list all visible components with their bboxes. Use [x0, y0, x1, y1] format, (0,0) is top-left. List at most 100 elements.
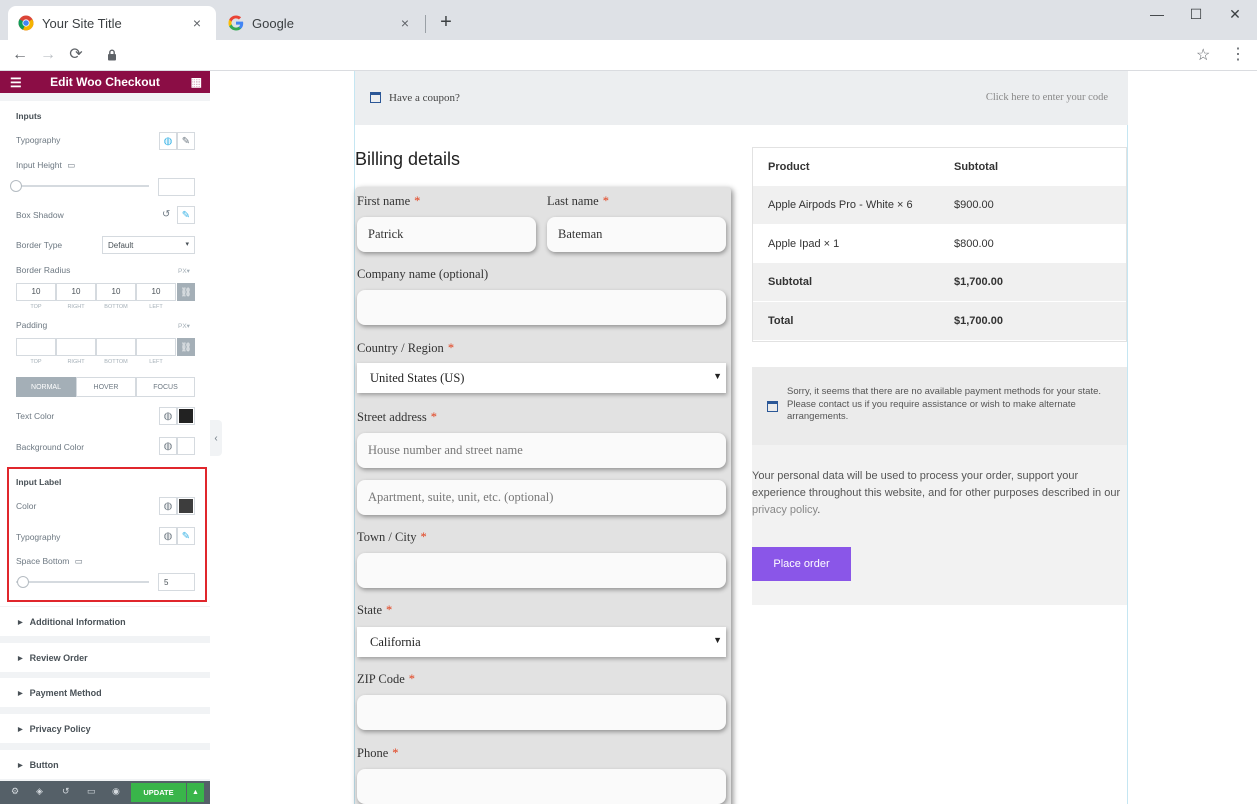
billing-form: First name * Last name * Patrick Bateman C… — [355, 187, 731, 804]
chevron-up-icon[interactable]: ▲ — [187, 783, 204, 802]
back-arrow-icon[interactable]: ← — [9, 45, 31, 65]
country-label: Country / Region * — [357, 341, 455, 355]
new-tab-button[interactable]: + — [436, 12, 456, 32]
layers-icon[interactable]: ◈ — [36, 786, 43, 797]
link-values-icon[interactable]: ⛓ — [177, 338, 195, 356]
product-subtotal: $900.00 — [954, 199, 994, 211]
country-select[interactable]: United States (US) ▼ — [357, 363, 726, 393]
accordion-payment-method[interactable]: ▶ Payment Method — [0, 678, 210, 707]
slider-handle[interactable] — [10, 180, 22, 192]
company-input[interactable] — [357, 290, 726, 325]
city-input[interactable] — [357, 553, 726, 588]
radius-top-field[interactable]: 10 — [16, 283, 56, 301]
color-picker[interactable] — [177, 437, 195, 455]
update-button[interactable]: UPDATE — [131, 783, 186, 802]
privacy-policy-link[interactable]: privacy policy — [752, 504, 817, 516]
radius-bottom-field[interactable]: 10 — [96, 283, 136, 301]
globe-icon[interactable]: ◍ — [159, 437, 177, 455]
product-name: Apple Ipad × 1 — [768, 238, 840, 250]
place-order-button[interactable]: Place order — [752, 547, 851, 581]
reset-icon[interactable]: ↺ — [162, 209, 170, 220]
caret-down-icon: ▾ — [185, 241, 189, 248]
border-type-select[interactable]: Default ▾ — [102, 236, 195, 254]
minimize-button[interactable]: — — [1144, 6, 1170, 22]
radius-left-field[interactable]: 10 — [136, 283, 176, 301]
close-icon[interactable]: × — [188, 15, 206, 31]
first-name-input[interactable]: Patrick — [357, 217, 536, 252]
padding-right-field[interactable] — [56, 338, 96, 356]
first-name-label: First name * — [357, 194, 421, 208]
box-shadow-label: Box Shadow — [16, 210, 64, 220]
close-window-button[interactable]: ✕ — [1222, 6, 1248, 23]
tab-title: Google — [252, 15, 294, 31]
highlight-box — [7, 467, 207, 602]
input-height-field[interactable] — [158, 178, 195, 196]
accordion-button[interactable]: ▶ Button — [0, 750, 210, 779]
link-values-icon[interactable]: ⛓ — [177, 283, 195, 301]
tab-your-site-title[interactable]: Your Site Title × — [8, 6, 216, 40]
accordion-additional-information[interactable]: ▶ Additional Information — [0, 607, 210, 636]
apartment-input[interactable]: Apartment, suite, unit, etc. (optional) — [357, 480, 726, 515]
history-icon[interactable]: ↺ — [62, 786, 70, 797]
table-row: Apple Ipad × 1 $800.00 — [753, 225, 1126, 263]
dim-caption: LEFT — [149, 359, 163, 365]
accordion-privacy-policy[interactable]: ▶ Privacy Policy — [0, 714, 210, 743]
tab-hover[interactable]: HOVER — [76, 377, 136, 397]
lock-icon[interactable] — [107, 48, 117, 66]
color-picker[interactable] — [177, 407, 195, 425]
pencil-icon[interactable]: ✎ — [177, 132, 195, 150]
total-value: $1,700.00 — [954, 315, 1003, 327]
unit-selector[interactable]: PX▾ — [178, 322, 190, 330]
state-select[interactable]: California ▼ — [357, 627, 726, 657]
dim-caption: RIGHT — [67, 359, 85, 365]
close-icon[interactable]: × — [396, 15, 414, 31]
browser-toolbar: ← → ⟳ ☆ ⋮ — [0, 40, 1257, 71]
responsive-icon[interactable]: ▭ — [87, 786, 96, 797]
tab-separator — [425, 15, 426, 33]
settings-gear-icon[interactable]: ⚙ — [11, 786, 19, 797]
street-address-input[interactable]: House number and street name — [357, 433, 726, 468]
globe-icon[interactable]: ◍ — [159, 132, 177, 150]
padding-top-field[interactable] — [16, 338, 56, 356]
payment-box: Sorry, it seems that there are no availa… — [752, 367, 1127, 605]
text-color-label: Text Color — [16, 411, 55, 421]
reload-icon[interactable]: ⟳ — [65, 45, 87, 65]
pencil-icon[interactable]: ✎ — [177, 206, 195, 224]
subtotal-row: Subtotal $1,700.00 — [753, 263, 1126, 301]
state-label: State * — [357, 603, 393, 617]
privacy-text: Your personal data will be used to proce… — [752, 470, 1121, 516]
padding-bottom-field[interactable] — [96, 338, 136, 356]
accordion-review-order[interactable]: ▶ Review Order — [0, 643, 210, 672]
notice-icon — [767, 401, 778, 412]
tab-normal[interactable]: NORMAL — [16, 377, 76, 397]
input-height-slider[interactable] — [16, 185, 149, 187]
panel-collapse-handle[interactable]: ‹ — [210, 420, 222, 456]
browser-tabstrip: Your Site Title × Google × + — ☐ ✕ — [0, 0, 1257, 40]
panel-footer: ⚙ ◈ ↺ ▭ ◉ UPDATE ▲ — [0, 781, 210, 804]
globe-icon[interactable]: ◍ — [159, 407, 177, 425]
caret-right-icon: ▶ — [18, 620, 23, 626]
unit-selector[interactable]: PX▾ — [178, 267, 190, 275]
menu-kebab-icon[interactable]: ⋮ — [1230, 44, 1246, 64]
forward-arrow-icon[interactable]: → — [37, 45, 59, 65]
total-row: Total $1,700.00 — [753, 302, 1126, 340]
padding-left-field[interactable] — [136, 338, 176, 356]
bookmark-star-icon[interactable]: ☆ — [1196, 45, 1210, 65]
tab-google[interactable]: Google × — [218, 6, 424, 40]
product-name: Apple Airpods Pro - White × 6 — [768, 199, 913, 211]
coupon-link[interactable]: Click here to enter your code — [986, 92, 1108, 103]
zip-input[interactable] — [357, 695, 726, 730]
dim-caption: RIGHT — [67, 304, 85, 310]
hamburger-menu-icon[interactable]: ☰ — [10, 75, 22, 91]
order-review-table: Product Subtotal Apple Airpods Pro - Whi… — [752, 147, 1127, 342]
widgets-grid-icon[interactable]: ▦ — [191, 75, 202, 89]
tab-focus[interactable]: FOCUS — [136, 377, 195, 397]
radius-right-field[interactable]: 10 — [56, 283, 96, 301]
last-name-input[interactable]: Bateman — [547, 217, 726, 252]
preview-eye-icon[interactable]: ◉ — [112, 786, 120, 797]
panel-header: ☰ Edit Woo Checkout ▦ — [0, 71, 210, 93]
total-label: Total — [768, 315, 794, 327]
phone-input[interactable] — [357, 769, 726, 804]
typography-label: Typography — [16, 135, 61, 145]
maximize-button[interactable]: ☐ — [1183, 6, 1209, 23]
